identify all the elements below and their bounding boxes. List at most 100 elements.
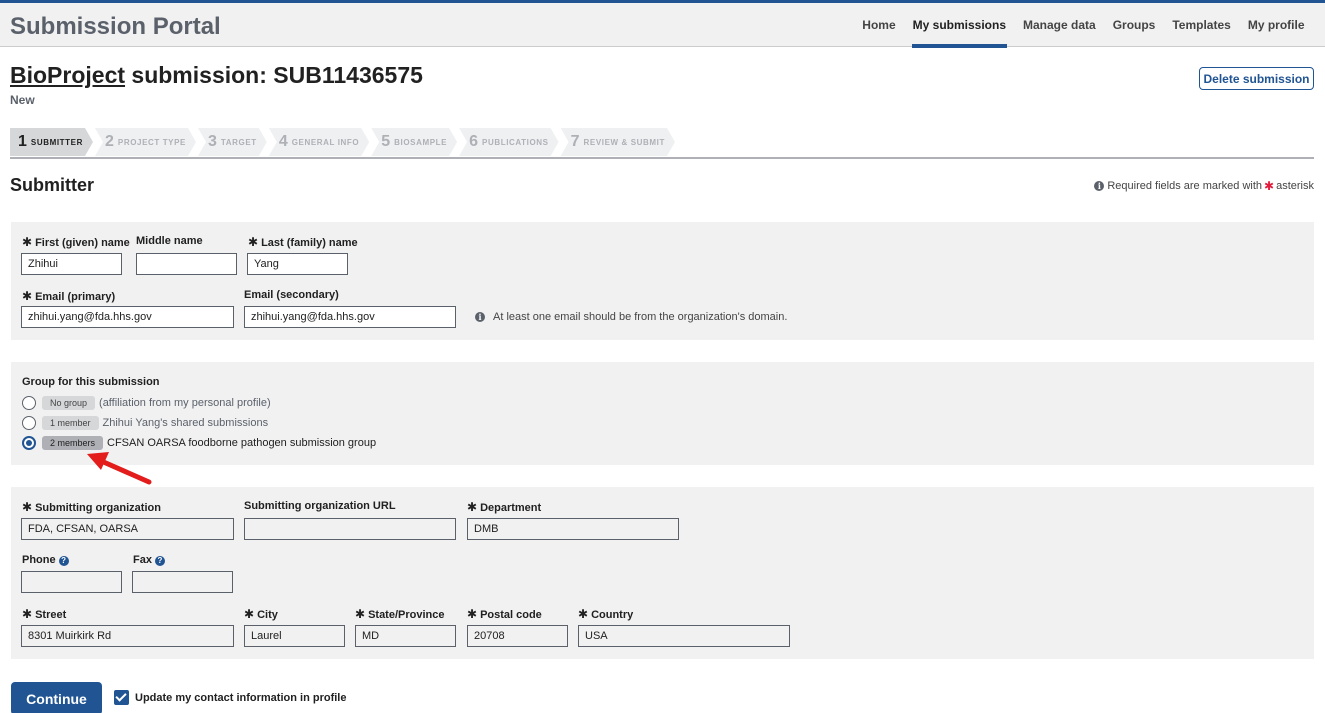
org-input[interactable]: FDA, CFSAN, OARSA (21, 518, 234, 540)
bioproject-link[interactable]: BioProject (10, 62, 125, 88)
state-label: ✱ State/Province (355, 607, 444, 621)
continue-button[interactable]: Continue (11, 682, 102, 713)
step-submitter[interactable]: 1 Submitter (10, 128, 93, 156)
city-input[interactable]: Laurel (244, 625, 345, 647)
required-note-suffix: asterisk (1276, 180, 1314, 192)
label-text: Phone (22, 554, 56, 566)
group-panel: Group for this submission No group (affi… (11, 362, 1314, 465)
email-primary-label: ✱ Email (primary) (22, 289, 115, 303)
nav-my-submissions[interactable]: My submissions (904, 3, 1014, 48)
organization-panel: ✱ Submitting organization FDA, CFSAN, OAR… (11, 487, 1314, 659)
required-star-icon: ✱ (244, 607, 255, 621)
street-label: ✱ Street (22, 607, 66, 621)
phone-input[interactable] (21, 571, 122, 593)
first-name-input[interactable]: Zhihui (21, 253, 122, 275)
step-biosample[interactable]: 5 BioSample (371, 128, 457, 156)
required-note: i Required fields are marked with ✱ aste… (1094, 179, 1314, 193)
email-primary-input[interactable]: zhihui.yang@fda.hhs.gov (21, 306, 234, 328)
label-text: Department (480, 502, 542, 514)
required-star-icon: ✱ (467, 500, 478, 514)
fax-input[interactable] (132, 571, 233, 593)
required-star-icon: ✱ (22, 500, 33, 514)
step-number: 3 (208, 133, 217, 150)
label-text: Fax (133, 554, 152, 566)
step-label: General info (291, 137, 360, 147)
wizard-steps: 1 Submitter 2 Project type 3 Target 4 Genera… (10, 128, 677, 158)
update-profile-checkbox[interactable] (114, 690, 129, 705)
required-star-icon: ✱ (22, 235, 33, 249)
department-input[interactable]: DMB (467, 518, 679, 540)
email-secondary-label: Email (secondary) (244, 289, 339, 301)
middle-name-input[interactable] (136, 253, 237, 275)
group-option-cfsan[interactable]: 2 members CFSAN OARSA foodborne pathogen… (22, 436, 376, 450)
step-target[interactable]: 3 Target (198, 128, 267, 156)
required-star-icon: ✱ (355, 607, 366, 621)
nav-templates[interactable]: Templates (1164, 3, 1239, 47)
main-nav: Home My submissions Manage data Groups T… (854, 3, 1313, 48)
step-number: 1 (18, 133, 27, 150)
section-title: Submitter (10, 175, 95, 195)
required-star-icon: ✱ (467, 607, 478, 621)
required-note-text: Required fields are marked with (1107, 180, 1263, 192)
group-option-text: (affiliation from my personal profile) (99, 397, 271, 409)
org-url-input[interactable] (244, 518, 456, 540)
delete-submission-button[interactable]: Delete submission (1199, 67, 1314, 90)
label-text: First (given) name (35, 237, 130, 249)
nav-my-profile[interactable]: My profile (1239, 3, 1313, 47)
step-label: Target (220, 137, 257, 147)
step-general-info[interactable]: 4 General info (269, 128, 369, 156)
steps-divider (10, 157, 1314, 159)
group-badge: 1 member (42, 416, 99, 430)
country-select[interactable]: USA (578, 625, 790, 647)
submitter-name-panel: ✱ First (given) name Zhihui Middle name ✱… (11, 222, 1314, 340)
fax-label: Fax? (133, 554, 165, 566)
step-number: 7 (570, 133, 580, 150)
email-note-text: At least one email should be from the or… (493, 311, 788, 323)
update-profile-option[interactable]: Update my contact information in profile (114, 690, 346, 705)
radio-button[interactable] (22, 396, 36, 410)
update-profile-label: Update my contact information in profile (135, 691, 347, 704)
label-text: Street (35, 609, 67, 621)
page-title: BioProject submission: SUB11436575 (10, 62, 423, 89)
step-label: Review & submit (583, 137, 665, 147)
nav-manage-data[interactable]: Manage data (1015, 3, 1105, 47)
org-url-label: Submitting organization URL (244, 500, 396, 512)
required-star-icon: ✱ (578, 607, 589, 621)
radio-button[interactable] (22, 416, 36, 430)
org-label: ✱ Submitting organization (22, 500, 161, 514)
step-number: 6 (469, 133, 479, 150)
help-icon[interactable]: ? (58, 556, 69, 566)
nav-groups[interactable]: Groups (1104, 3, 1164, 47)
label-text: City (257, 609, 278, 621)
last-name-input[interactable]: Yang (247, 253, 348, 275)
radio-button-selected[interactable] (22, 436, 36, 450)
asterisk-icon: ✱ (1264, 179, 1275, 193)
required-star-icon: ✱ (22, 289, 33, 303)
step-number: 2 (104, 133, 114, 150)
country-label: ✱ Country (578, 607, 633, 621)
nav-home[interactable]: Home (854, 3, 904, 47)
department-label: ✱ Department (467, 500, 541, 514)
first-name-label: ✱ First (given) name (22, 235, 130, 249)
step-project-type[interactable]: 2 Project type (95, 128, 196, 156)
step-number: 4 (278, 133, 288, 150)
label-text: Email (primary) (35, 291, 116, 303)
help-icon[interactable]: ? (154, 556, 165, 566)
step-label: Project type (117, 137, 186, 147)
street-input[interactable]: 8301 Muirkirk Rd (21, 625, 234, 647)
group-label: Group for this submission (22, 376, 160, 388)
top-bar: Submission Portal Home My submissions Ma… (0, 0, 1325, 48)
step-review-submit[interactable]: 7 Review & submit (561, 128, 675, 156)
step-label: Submitter (30, 137, 83, 147)
step-publications[interactable]: 6 Publications (459, 128, 559, 156)
postal-input[interactable]: 20708 (467, 625, 568, 647)
label-text: Postal code (480, 609, 542, 621)
group-option-no-group[interactable]: No group (affiliation from my personal p… (22, 396, 271, 410)
email-secondary-input[interactable]: zhihui.yang@fda.hhs.gov (244, 306, 456, 328)
phone-label: Phone? (22, 554, 69, 566)
state-input[interactable]: MD (355, 625, 456, 647)
submission-id: submission: SUB11436575 (125, 62, 423, 88)
group-option-shared[interactable]: 1 member Zhihui Yang's shared submission… (22, 416, 268, 430)
group-badge: No group (42, 396, 96, 410)
step-number: 5 (381, 133, 391, 150)
